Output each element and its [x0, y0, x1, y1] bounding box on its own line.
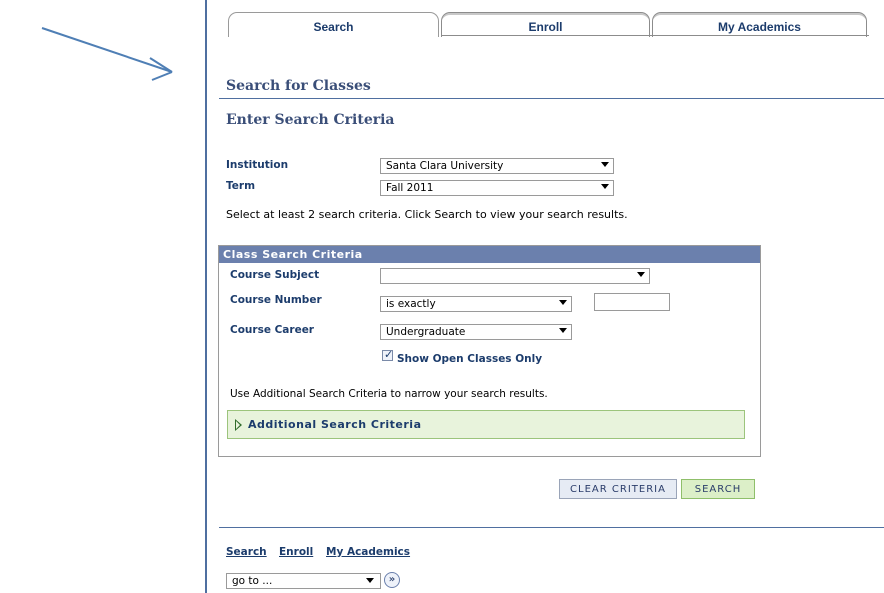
course-number-operator-value: is exactly	[386, 298, 436, 310]
checkmark-icon: ✓	[384, 348, 394, 361]
institution-select[interactable]: Santa Clara University	[380, 158, 614, 174]
section-subtitle: Enter Search Criteria	[226, 112, 395, 128]
course-number-label: Course Number	[230, 294, 322, 306]
annotation-arrow	[41, 27, 173, 81]
course-career-value: Undergraduate	[386, 326, 466, 338]
instructions-text: Select at least 2 search criteria. Click…	[226, 208, 628, 221]
chevron-down-icon	[559, 300, 567, 305]
panel-header: Class Search Criteria	[219, 246, 760, 263]
term-value: Fall 2011	[386, 182, 434, 194]
chevron-down-icon	[559, 328, 567, 333]
chevron-down-icon	[601, 184, 609, 189]
page-title: Search for Classes	[226, 78, 371, 94]
tab-enroll[interactable]: Enroll	[441, 12, 650, 37]
additional-criteria-note: Use Additional Search Criteria to narrow…	[230, 388, 548, 400]
clear-criteria-button[interactable]: CLEAR CRITERIA	[559, 479, 677, 499]
footer-link-enroll[interactable]: Enroll	[279, 546, 313, 558]
course-career-label: Course Career	[230, 324, 314, 336]
course-number-input[interactable]	[594, 293, 670, 311]
goto-value: go to ...	[232, 575, 273, 587]
open-classes-checkbox[interactable]: ✓	[382, 348, 394, 361]
search-button[interactable]: SEARCH	[681, 479, 755, 499]
go-button[interactable]: »	[384, 572, 400, 588]
tab-label: Enroll	[528, 20, 563, 34]
course-career-select[interactable]: Undergraduate	[380, 324, 572, 340]
institution-label: Institution	[226, 159, 289, 171]
tab-search[interactable]: Search	[228, 12, 439, 37]
open-classes-label: Show Open Classes Only	[397, 353, 543, 365]
expand-triangle-inner	[236, 421, 240, 429]
course-subject-select[interactable]	[380, 268, 650, 284]
footer-link-search[interactable]: Search	[226, 546, 267, 558]
tab-baseline	[441, 35, 869, 36]
term-label: Term	[226, 180, 256, 192]
course-subject-label: Course Subject	[230, 269, 320, 281]
goto-select[interactable]: go to ...	[226, 573, 381, 589]
chevron-down-icon	[601, 162, 609, 167]
term-select[interactable]: Fall 2011	[380, 180, 614, 196]
footer-divider	[219, 527, 884, 528]
additional-criteria-label: Additional Search Criteria	[248, 418, 422, 431]
chevron-down-icon	[366, 578, 374, 583]
double-chevron-right-icon: »	[388, 574, 396, 585]
chevron-down-icon	[637, 272, 645, 277]
course-number-operator-select[interactable]: is exactly	[380, 296, 572, 312]
tab-label: Search	[313, 20, 354, 34]
additional-search-criteria-toggle[interactable]: Additional Search Criteria	[227, 410, 745, 439]
institution-value: Santa Clara University	[386, 160, 504, 172]
tab-my-academics[interactable]: My Academics	[652, 12, 867, 37]
tab-label: My Academics	[718, 20, 801, 34]
title-divider	[219, 98, 884, 99]
footer-link-my-academics[interactable]: My Academics	[326, 546, 410, 558]
